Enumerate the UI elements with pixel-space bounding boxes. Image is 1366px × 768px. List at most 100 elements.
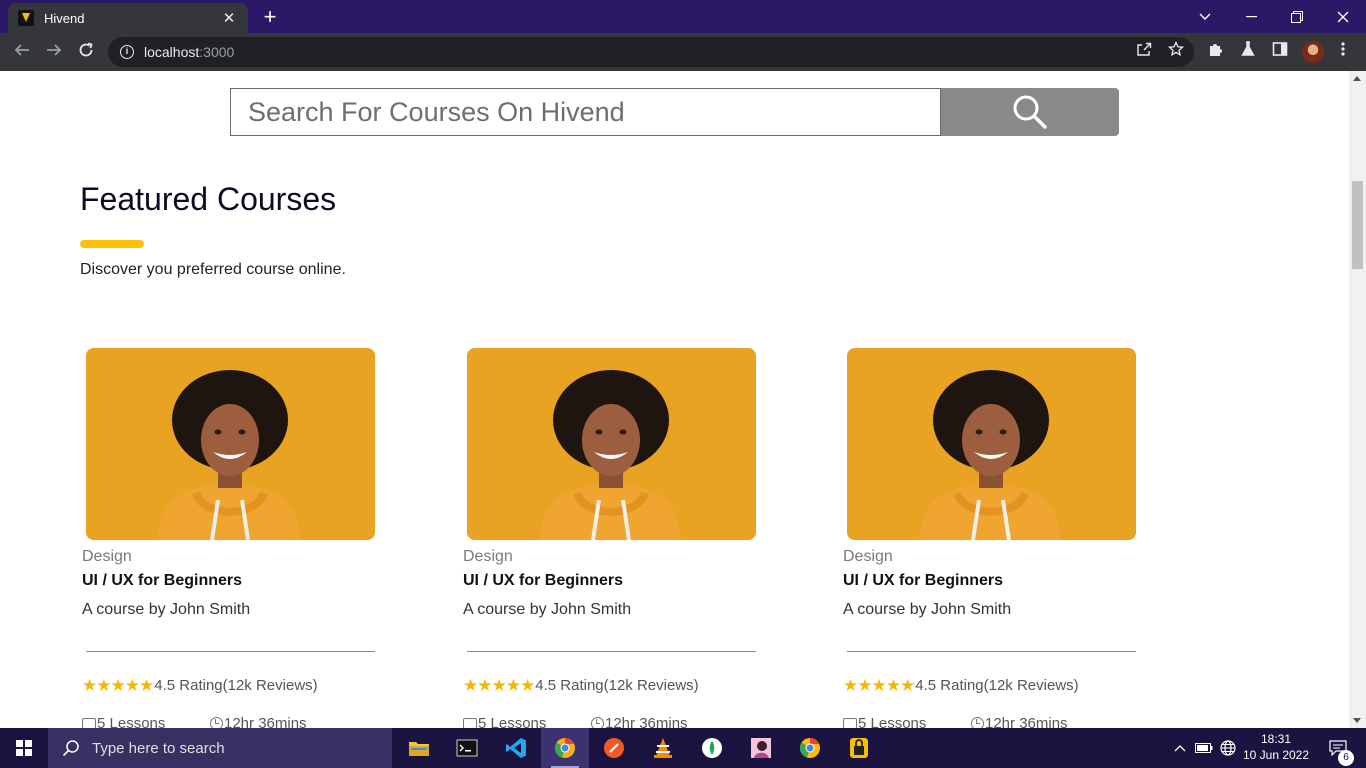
lessons-count: 5 Lessons [97, 715, 166, 728]
scrollbar-thumb[interactable] [1352, 181, 1363, 269]
forward-button[interactable] [41, 40, 67, 64]
clock-icon [210, 717, 223, 728]
clock-time: 18:31 [1260, 732, 1292, 746]
rating-stars: ★ ★ ★ ★ ★ [463, 676, 535, 695]
labs-flask-icon[interactable] [1237, 41, 1259, 61]
tray-chevron-up-icon[interactable] [1168, 728, 1192, 768]
chrome-menu-icon[interactable] [1332, 41, 1354, 61]
address-bar[interactable]: i localhost:3000 [108, 37, 1194, 67]
notification-center-icon[interactable]: 6 [1318, 728, 1358, 768]
clock-icon [591, 717, 604, 728]
star-icon: ★ [857, 676, 872, 695]
vscode-icon[interactable] [492, 728, 540, 768]
star-icon: ★ [491, 676, 507, 695]
star-icon: ★ [843, 676, 858, 695]
site-info-icon[interactable]: i [120, 45, 134, 59]
clock-date: 10 Jun 2022 [1242, 748, 1310, 762]
course-rating: ★ ★ ★ ★ ★ 4.5 Rating(12k Reviews) [463, 677, 699, 694]
lessons-icon [82, 718, 96, 728]
page-viewport: Featured Courses Discover you preferred … [0, 71, 1349, 728]
battery-icon[interactable] [1192, 728, 1216, 768]
course-image[interactable] [847, 348, 1136, 540]
side-panel-icon[interactable] [1269, 41, 1291, 61]
taskbar-search-box[interactable]: Type here to search [48, 728, 392, 768]
scroll-up-arrow-icon[interactable] [1353, 76, 1361, 81]
share-icon[interactable] [1134, 41, 1154, 61]
reload-button[interactable] [73, 40, 99, 64]
title-accent-bar [80, 240, 144, 248]
browser-tab[interactable]: Hivend ✕ [8, 3, 248, 33]
start-button[interactable] [0, 728, 48, 768]
postman-icon[interactable] [590, 728, 638, 768]
keepassxc-icon[interactable] [835, 728, 883, 768]
course-author: A course by John Smith [843, 601, 1012, 618]
mongodb-compass-icon[interactable] [688, 728, 736, 768]
lessons-count: 5 Lessons [478, 715, 547, 728]
taskbar-search-placeholder: Type here to search [92, 739, 225, 757]
lessons-count: 5 Lessons [858, 715, 927, 728]
star-icon: ★ [477, 676, 492, 695]
url-port: :3000 [199, 44, 235, 60]
chrome-icon[interactable] [786, 728, 834, 768]
course-rating: ★ ★ ★ ★ ★ 4.5 Rating(12k Reviews) [843, 677, 1079, 694]
windows-taskbar: Type here to search 18:31 10 Jun 2022 6 [0, 728, 1366, 768]
tab-title: Hivend [44, 10, 85, 26]
star-icon: ★ [505, 676, 521, 695]
course-category: Design [843, 548, 893, 565]
course-image[interactable] [86, 348, 375, 540]
rating-stars: ★ ★ ★ ★ ★ [82, 676, 154, 695]
star-icon: ★ [885, 676, 901, 695]
browser-titlebar: Hivend ✕ + [0, 0, 1366, 33]
network-globe-icon[interactable] [1216, 728, 1240, 768]
search-icon [62, 740, 79, 757]
scroll-down-arrow-icon[interactable] [1353, 718, 1361, 723]
windows-logo-icon [16, 740, 32, 756]
system-clock[interactable]: 18:31 10 Jun 2022 [1238, 731, 1314, 763]
chrome-dev-icon[interactable] [541, 728, 589, 768]
course-search-input[interactable] [230, 88, 941, 136]
restore-button[interactable] [1274, 0, 1320, 33]
photo-app-icon[interactable] [737, 728, 785, 768]
terminal-icon[interactable] [443, 728, 491, 768]
course-author: A course by John Smith [82, 601, 251, 618]
star-icon: ★ [139, 676, 154, 695]
star-icon: ★ [124, 676, 140, 695]
rating-stars: ★ ★ ★ ★ ★ [843, 676, 915, 695]
notification-badge: 6 [1338, 750, 1354, 766]
star-icon: ★ [96, 676, 111, 695]
course-image[interactable] [467, 348, 756, 540]
lessons-icon [463, 718, 477, 728]
star-icon: ★ [110, 676, 126, 695]
course-duration: 12hr 36mins [605, 715, 688, 728]
search-button[interactable] [941, 88, 1119, 136]
page-scrollbar[interactable] [1349, 71, 1366, 728]
search-icon [1013, 95, 1047, 129]
new-tab-button[interactable]: + [258, 5, 282, 29]
rating-text: 4.5 Rating(12k Reviews) [915, 677, 1079, 694]
star-icon: ★ [900, 676, 915, 695]
tab-search-chevron-icon[interactable] [1182, 0, 1228, 33]
vlc-icon[interactable] [639, 728, 687, 768]
bookmark-star-icon[interactable] [1166, 40, 1186, 61]
back-button[interactable] [9, 40, 35, 64]
profile-avatar[interactable] [1302, 41, 1324, 63]
card-divider [467, 651, 756, 652]
tab-close-icon[interactable]: ✕ [220, 9, 238, 27]
course-title[interactable]: UI / UX for Beginners [82, 572, 242, 590]
course-title[interactable]: UI / UX for Beginners [463, 572, 623, 590]
close-window-button[interactable] [1320, 0, 1366, 33]
course-title[interactable]: UI / UX for Beginners [843, 572, 1003, 590]
rating-text: 4.5 Rating(12k Reviews) [535, 677, 699, 694]
file-explorer-icon[interactable] [395, 728, 443, 768]
star-icon: ★ [520, 676, 535, 695]
star-icon: ★ [871, 676, 887, 695]
section-subtitle: Discover you preferred course online. [80, 261, 346, 278]
card-divider [86, 651, 375, 652]
course-category: Design [463, 548, 513, 565]
course-duration: 12hr 36mins [224, 715, 307, 728]
extensions-puzzle-icon[interactable] [1205, 41, 1227, 61]
course-author: A course by John Smith [463, 601, 632, 618]
star-icon: ★ [463, 676, 478, 695]
minimize-button[interactable] [1228, 0, 1274, 33]
star-icon: ★ [82, 676, 97, 695]
